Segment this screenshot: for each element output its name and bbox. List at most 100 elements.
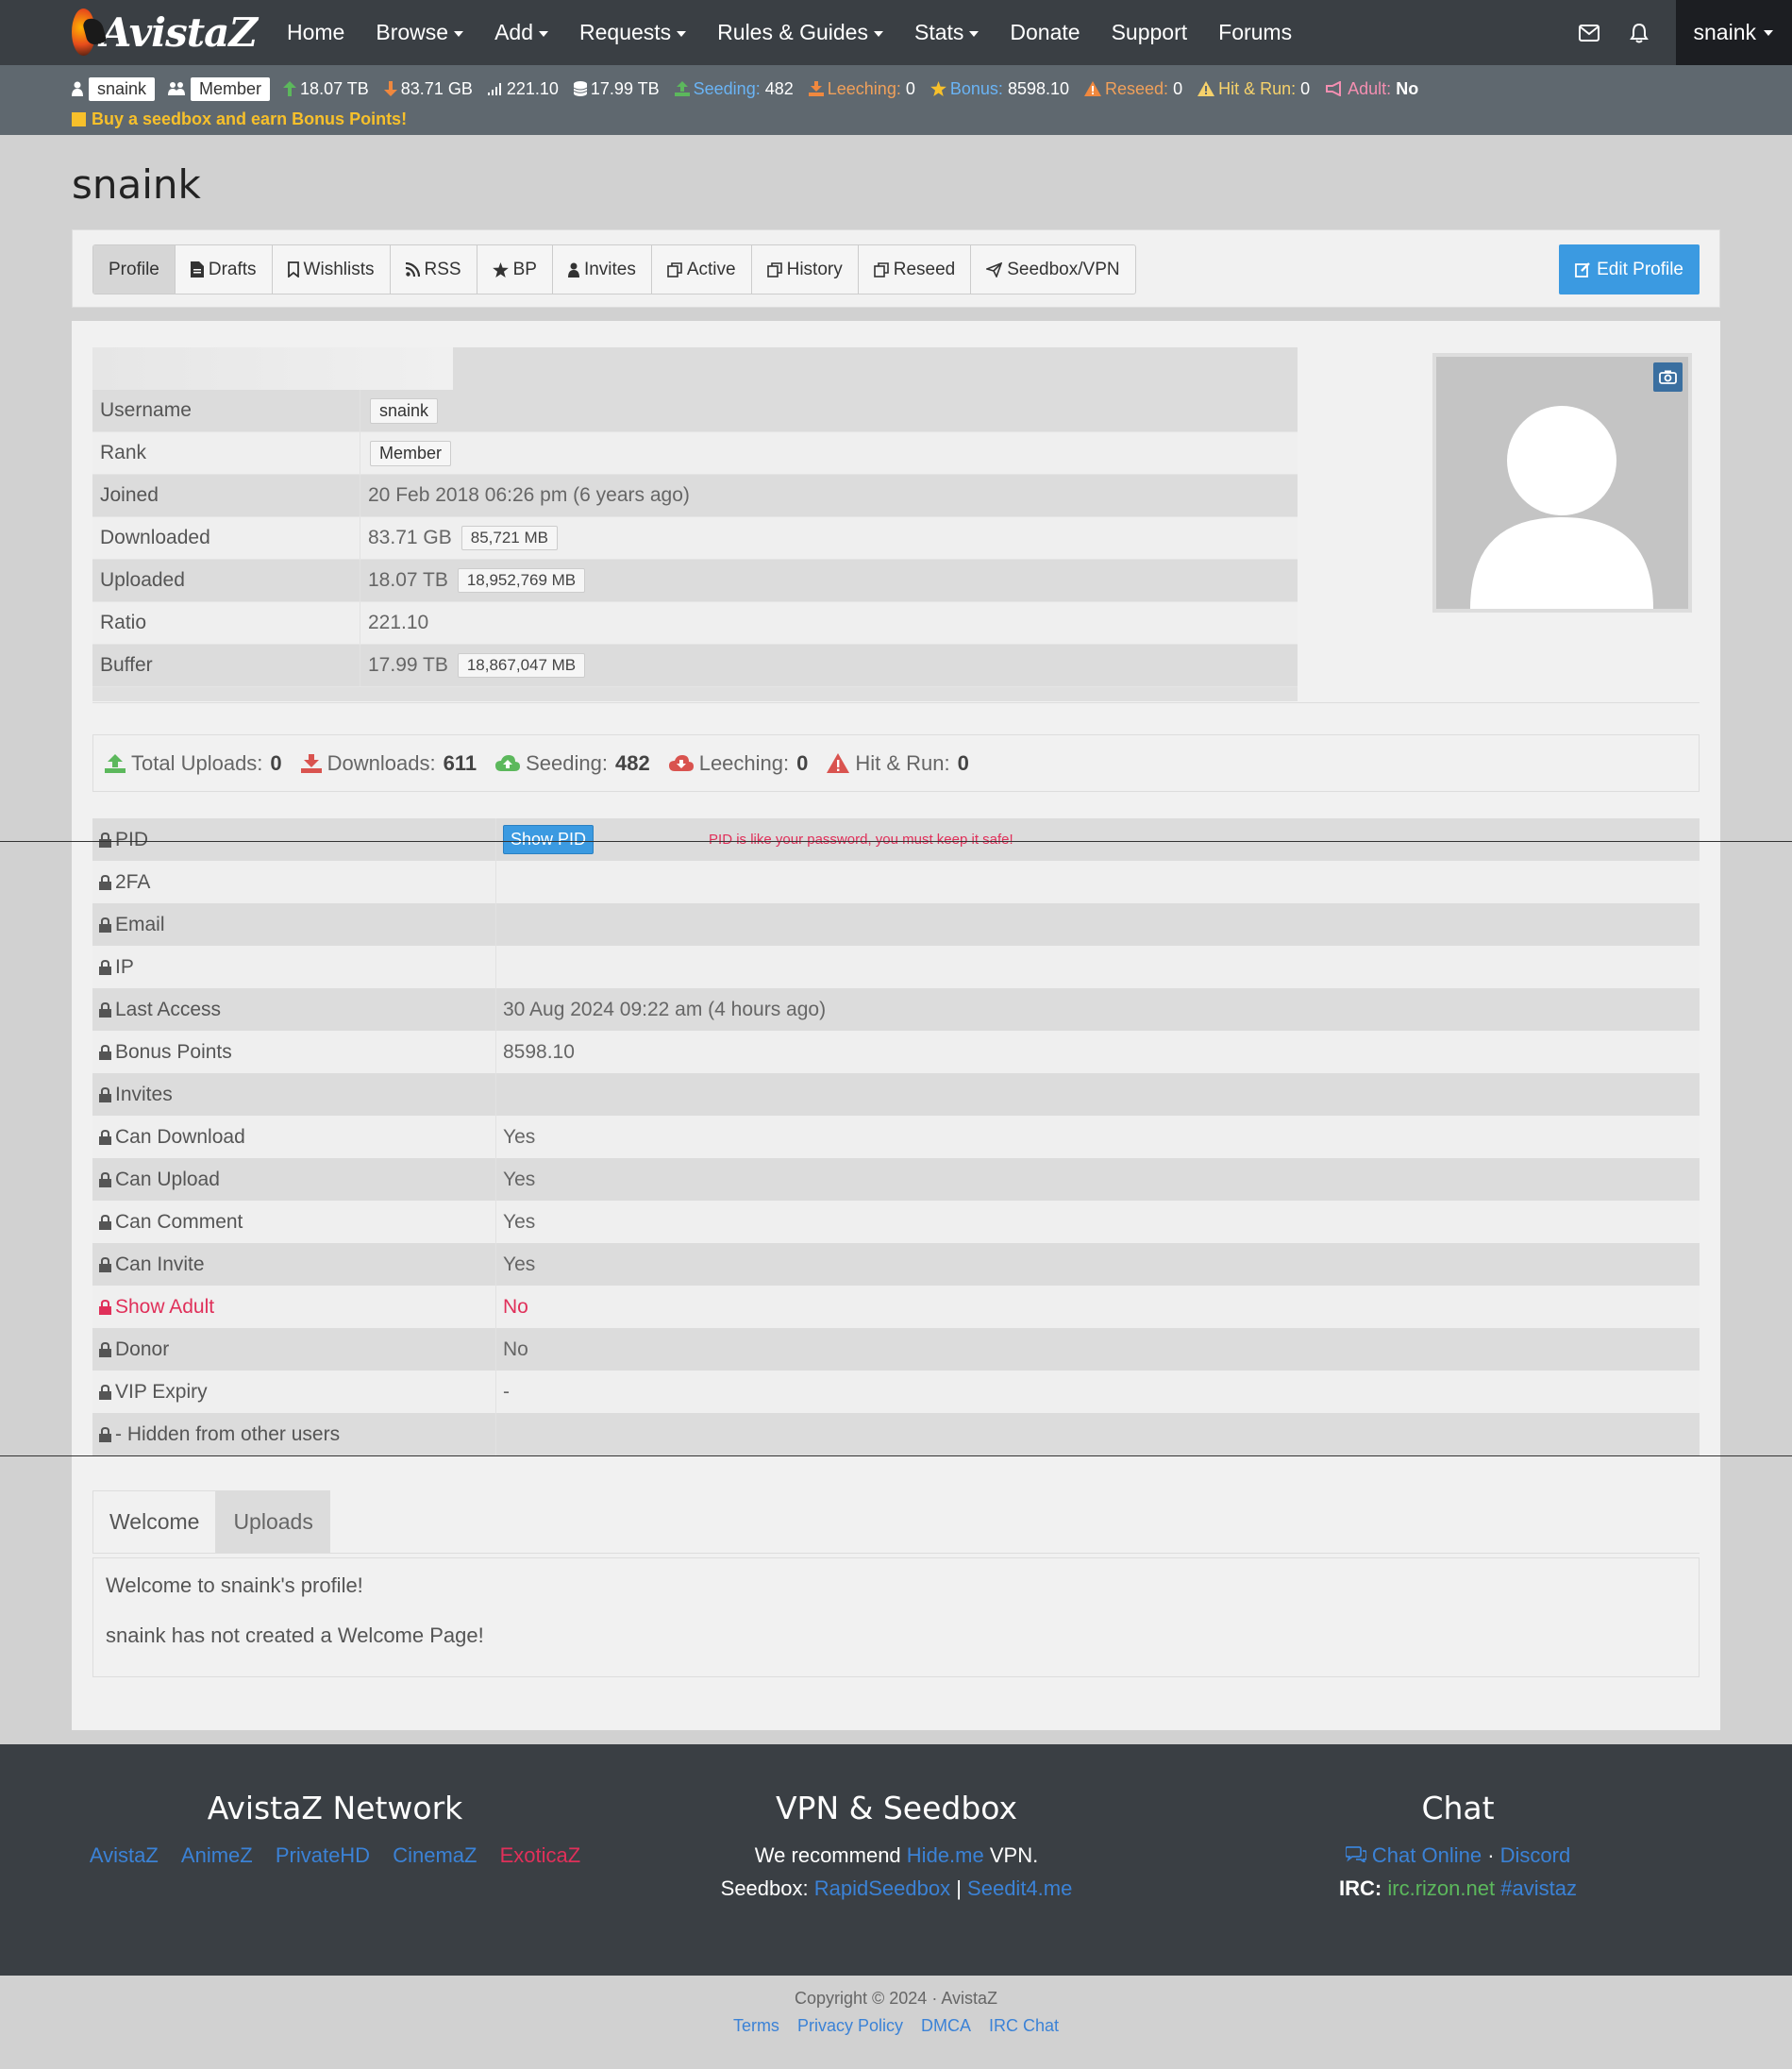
seedbox-promo-link[interactable]: Buy a seedbox and earn Bonus Points! (72, 109, 407, 129)
profile-tabs: Profile Drafts Wishlists RSS BP Invites … (92, 244, 1136, 294)
footer-link-irc-channel[interactable]: #avistaz (1500, 1876, 1577, 1900)
tab-welcome[interactable]: Welcome (92, 1490, 217, 1553)
lock-icon (99, 1384, 111, 1400)
priv-row-donor: Donor No (92, 1328, 1700, 1371)
divider-line (0, 841, 1792, 842)
lock-icon (99, 874, 111, 890)
welcome-panel: Welcome to snaink's profile! snaink has … (92, 1557, 1700, 1677)
top-navbar: AvistaZ Home Browse Add Requests Rules &… (0, 0, 1792, 65)
tab-profile[interactable]: Profile (93, 245, 176, 294)
nav-stats[interactable]: Stats (914, 20, 980, 45)
footer-link-seedit4me[interactable]: Seedit4.me (967, 1876, 1072, 1900)
divider-line (0, 1455, 1792, 1456)
envelope-icon[interactable] (1576, 20, 1602, 46)
footer-link-exoticaz[interactable]: ExoticaZ (500, 1843, 581, 1867)
stats-reseed[interactable]: Reseed: 0 (1084, 79, 1182, 99)
nav-support[interactable]: Support (1112, 20, 1188, 45)
site-logo[interactable]: AvistaZ (72, 6, 258, 59)
tab-bp[interactable]: BP (477, 245, 553, 294)
priv-row-hidden-note: - Hidden from other users (92, 1413, 1700, 1455)
copyright-text: Copyright © 2024 · AvistaZ (794, 1989, 998, 2008)
priv-row-last-access: Last Access 30 Aug 2024 09:22 am (4 hour… (92, 988, 1700, 1031)
footer-link-cinemaz[interactable]: CinemaZ (393, 1843, 477, 1867)
footer-link-avistaz[interactable]: AvistaZ (90, 1843, 159, 1867)
username-tag[interactable]: snaink (370, 397, 439, 424)
camera-icon[interactable] (1653, 362, 1683, 392)
arrow-up-icon (283, 81, 297, 96)
arrow-down-icon (383, 81, 397, 96)
stats-hit-and-run[interactable]: Hit & Run: 0 (1197, 79, 1310, 99)
lock-icon (99, 959, 111, 975)
nav-browse[interactable]: Browse (376, 20, 464, 45)
priv-row-can-download: Can Download Yes (92, 1116, 1700, 1158)
tab-rss[interactable]: RSS (391, 245, 477, 294)
logo-text: AvistaZ (100, 8, 258, 56)
private-info-table: PID Show PID PID is like your password, y… (92, 818, 1700, 1455)
rank-tag: Member (370, 440, 452, 466)
footer-link-terms[interactable]: Terms (733, 2016, 779, 2035)
star-icon (930, 81, 946, 96)
show-pid-button[interactable]: Show PID (503, 825, 595, 854)
tab-drafts[interactable]: Drafts (176, 245, 273, 294)
summary-hit-and-run[interactable]: Hit & Run: 0 (827, 751, 969, 776)
nav-rules-guides[interactable]: Rules & Guides (717, 20, 883, 45)
nav-requests[interactable]: Requests (579, 20, 687, 45)
bell-icon[interactable] (1626, 20, 1652, 46)
tab-seedbox-vpn[interactable]: Seedbox/VPN (971, 245, 1134, 294)
stats-bonus[interactable]: Bonus: 8598.10 (930, 79, 1069, 99)
warning-icon (1084, 81, 1102, 96)
tab-wishlists[interactable]: Wishlists (273, 245, 391, 294)
summary-seeding[interactable]: Seeding: 482 (495, 751, 650, 776)
profile-toolbar: Profile Drafts Wishlists RSS BP Invites … (72, 229, 1720, 308)
user-menu-dropdown[interactable]: snaink (1675, 0, 1792, 65)
footer-link-hideme[interactable]: Hide.me (907, 1843, 984, 1867)
copy-icon (766, 261, 782, 278)
footer-link-rapidseedbox[interactable]: RapidSeedbox (814, 1876, 950, 1900)
signal-icon (487, 83, 501, 95)
profile-card: Username snaink Rank Member Joined 20 Fe… (72, 321, 1720, 1730)
footer-link-animez[interactable]: AnimeZ (181, 1843, 253, 1867)
tab-active[interactable]: Active (652, 245, 752, 294)
stats-leeching[interactable]: Leeching: 0 (808, 79, 915, 99)
copyright-bar: Copyright © 2024 · AvistaZ Terms Privacy… (0, 1976, 1792, 2069)
stats-username[interactable]: snaink (89, 76, 156, 101)
lock-icon (99, 1001, 111, 1018)
footer-link-irc-chat[interactable]: IRC Chat (989, 2016, 1059, 2035)
stats-uploaded: 18.07 TB (283, 79, 369, 99)
tab-invites[interactable]: Invites (553, 245, 652, 294)
lock-icon (99, 1426, 111, 1442)
warning-icon (1197, 81, 1215, 96)
tab-reseed[interactable]: Reseed (859, 245, 972, 294)
user-icon (567, 262, 579, 278)
summary-downloads[interactable]: Downloads: 611 (300, 751, 477, 776)
tab-history[interactable]: History (752, 245, 859, 294)
tab-uploads[interactable]: Uploads (216, 1490, 330, 1553)
stats-adult[interactable]: Adult: No (1325, 79, 1418, 99)
priv-row-pid: PID Show PID PID is like your password, y… (92, 818, 1700, 861)
lock-icon (99, 917, 111, 933)
summary-uploads[interactable]: Total Uploads: 0 (105, 751, 282, 776)
user-icon (72, 81, 83, 96)
summary-leeching[interactable]: Leeching: 0 (668, 751, 808, 776)
stats-ratio: 221.10 (487, 79, 559, 99)
footer-link-irc-server[interactable]: irc.rizon.net (1387, 1876, 1495, 1900)
pid-warning: PID is like your password, you must keep… (709, 832, 1013, 848)
logo-mark-icon (72, 8, 95, 56)
downloaded-mb-tag: 85,721 MB (461, 526, 558, 550)
priv-row-invites: Invites (92, 1073, 1700, 1116)
stats-seeding[interactable]: Seeding: 482 (674, 79, 794, 99)
nav-forums[interactable]: Forums (1218, 20, 1292, 45)
edit-profile-button[interactable]: Edit Profile (1559, 244, 1700, 294)
nav-donate[interactable]: Donate (1010, 20, 1080, 45)
warning-icon (827, 753, 850, 773)
footer-link-privacy[interactable]: Privacy Policy (797, 2016, 903, 2035)
footer-link-dmca[interactable]: DMCA (921, 2016, 971, 2035)
page-title: snaink (72, 161, 201, 208)
footer-link-privatehd[interactable]: PrivateHD (276, 1843, 370, 1867)
copy-icon (667, 261, 682, 278)
footer-link-chat-online[interactable]: Chat Online (1344, 1843, 1487, 1867)
nav-home[interactable]: Home (287, 20, 344, 45)
caret-down-icon (969, 30, 980, 37)
nav-add[interactable]: Add (494, 20, 548, 45)
footer-link-discord[interactable]: Discord (1500, 1843, 1571, 1867)
